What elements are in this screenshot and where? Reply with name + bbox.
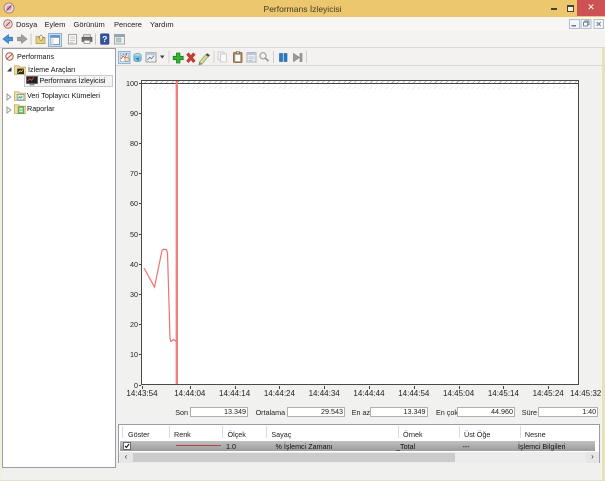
svg-text:?: ? bbox=[102, 34, 107, 44]
